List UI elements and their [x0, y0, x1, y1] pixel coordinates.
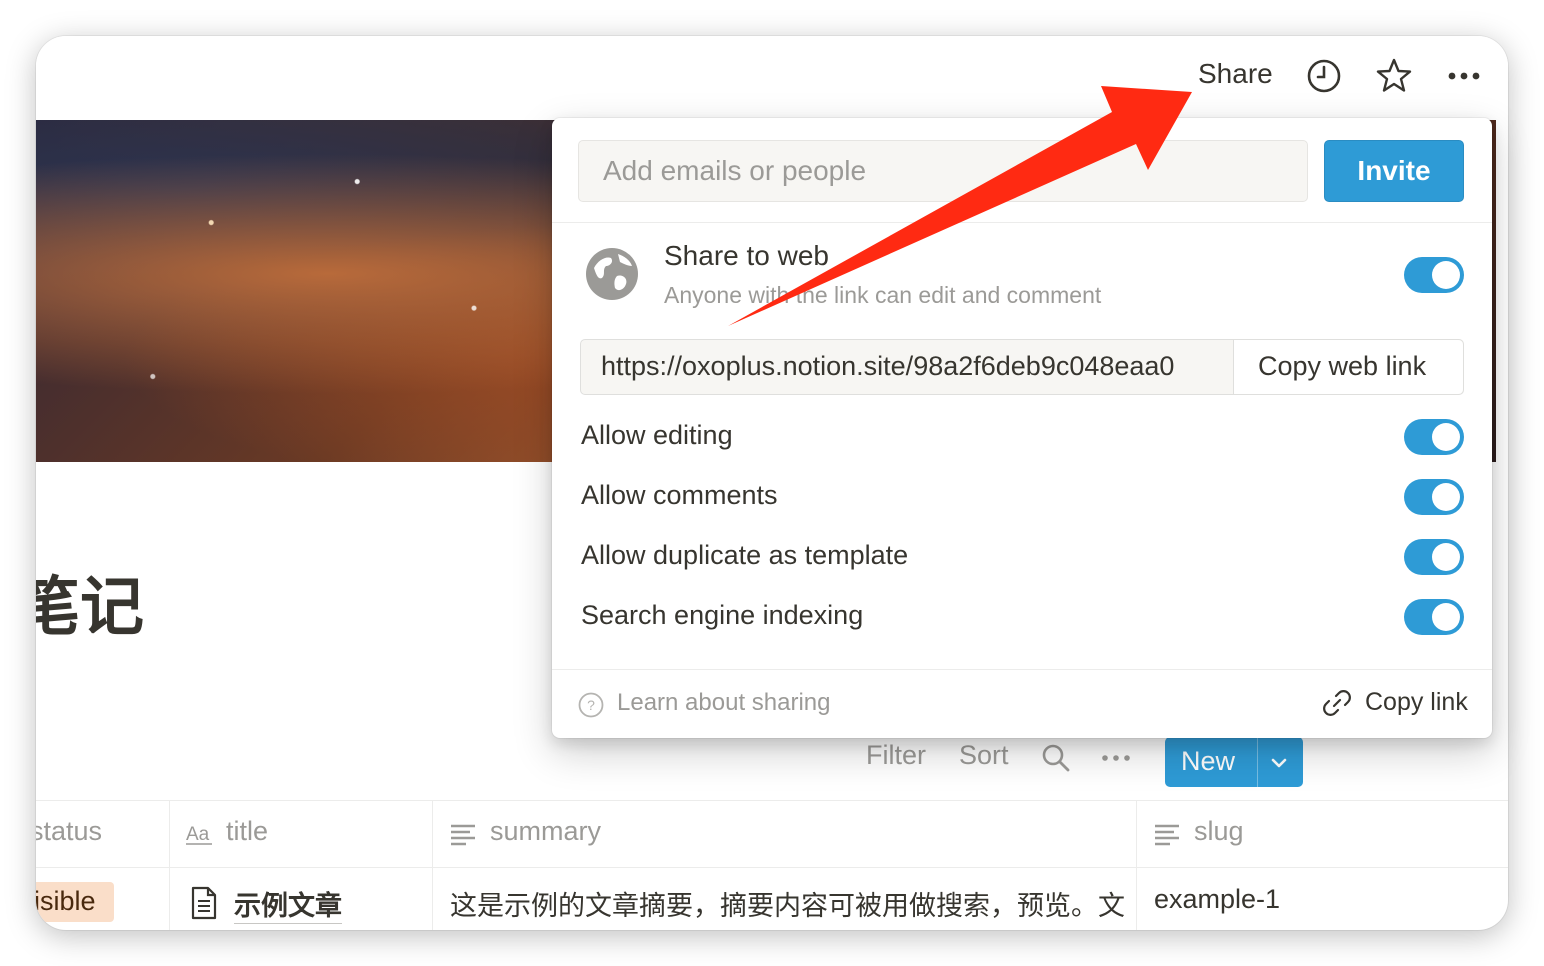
chevron-down-icon[interactable]	[1265, 749, 1293, 777]
allow-editing-toggle[interactable]	[1404, 419, 1464, 455]
star-icon[interactable]	[1374, 56, 1414, 96]
copy-web-link-button[interactable]: Copy web link	[1233, 340, 1463, 394]
database-more-icon[interactable]	[1100, 746, 1132, 770]
page-title[interactable]: 笔记	[36, 556, 144, 648]
learn-about-sharing-link[interactable]: Learn about sharing	[617, 689, 831, 717]
sort-button[interactable]: Sort	[959, 740, 1009, 771]
share-button[interactable]: Share	[1198, 58, 1273, 90]
link-icon[interactable]	[1322, 688, 1352, 718]
new-button-label: New	[1181, 746, 1236, 776]
popup-divider	[552, 222, 1492, 223]
copy-link-button[interactable]: Copy link	[1365, 688, 1468, 717]
allow-comments-label: Allow comments	[581, 480, 778, 510]
top-bar: Share	[36, 36, 1508, 120]
more-icon[interactable]	[1444, 56, 1484, 96]
search-indexing-toggle[interactable]	[1404, 599, 1464, 635]
search-icon[interactable]	[1040, 742, 1072, 774]
clock-icon[interactable]	[1304, 56, 1344, 96]
allow-comments-toggle[interactable]	[1404, 479, 1464, 515]
web-link-url[interactable]: https://oxoplus.notion.site/98a2f6deb9c0…	[601, 351, 1233, 382]
row-summary-cell[interactable]: 这是示例的文章摘要，摘要内容可被用做搜索，预览。文	[450, 884, 1136, 923]
globe-icon	[586, 248, 638, 300]
allow-duplicate-toggle[interactable]	[1404, 539, 1464, 575]
invite-button[interactable]: Invite	[1324, 140, 1464, 202]
page-document-icon	[191, 886, 217, 920]
share-popup: Add emails or people Invite Share to web…	[552, 118, 1492, 738]
share-to-web-subtitle: Anyone with the link can edit and commen…	[664, 282, 1102, 308]
text-lines-icon	[451, 824, 475, 846]
row-slug-cell[interactable]: example-1	[1154, 884, 1280, 915]
allow-editing-label: Allow editing	[581, 420, 733, 450]
popup-divider	[552, 669, 1492, 670]
svg-text:?: ?	[587, 697, 595, 713]
share-to-web-title: Share to web	[664, 240, 829, 271]
web-link-field[interactable]: https://oxoplus.notion.site/98a2f6deb9c0…	[580, 339, 1464, 395]
column-header-title[interactable]: title	[226, 816, 268, 847]
help-icon[interactable]: ?	[578, 692, 604, 718]
new-record-button[interactable]: New	[1165, 737, 1303, 787]
column-header-summary[interactable]: summary	[490, 816, 601, 847]
text-lines-icon	[1155, 824, 1179, 846]
column-header-status[interactable]: status	[36, 816, 102, 847]
email-input[interactable]: Add emails or people	[578, 140, 1308, 202]
search-indexing-label: Search engine indexing	[581, 600, 864, 630]
filter-button[interactable]: Filter	[866, 740, 926, 771]
text-aa-icon: Aa	[186, 824, 212, 845]
status-badge-label: isible	[36, 886, 96, 916]
svg-text:Aa: Aa	[186, 824, 210, 845]
column-header-slug[interactable]: slug	[1194, 816, 1244, 847]
share-to-web-toggle[interactable]	[1404, 257, 1464, 293]
allow-duplicate-label: Allow duplicate as template	[581, 540, 909, 570]
row-title-link[interactable]: 示例文章	[234, 884, 342, 924]
new-button-divider	[1257, 737, 1258, 787]
